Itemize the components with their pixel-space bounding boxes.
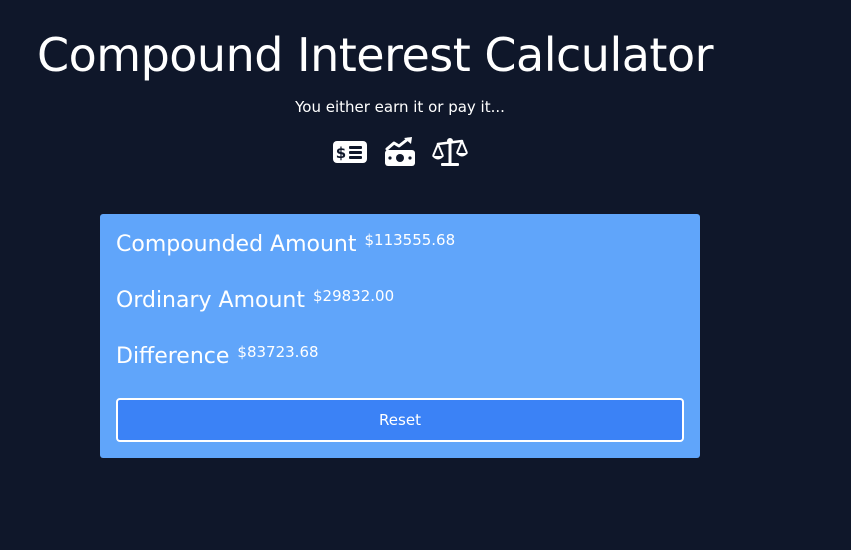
reset-button[interactable]: Reset [116,398,684,442]
page-subtitle: You either earn it or pay it... [295,98,505,116]
difference-row: Difference $83723.68 [116,343,319,369]
svg-text:$: $ [336,144,346,162]
scale-balanced-icon [432,138,468,166]
compounded-amount-row: Compounded Amount $113555.68 [116,231,456,257]
icon-row: $ [332,136,472,168]
ordinary-amount-row: Ordinary Amount $29832.00 [116,287,395,313]
difference-value: $83723.68 [237,343,319,361]
compounded-amount-label: Compounded Amount [116,232,357,257]
page: Compound Interest Calculator You either … [0,0,851,550]
ordinary-amount-label: Ordinary Amount [116,288,305,313]
results-card: Compounded Amount $113555.68 Ordinary Am… [100,214,700,458]
difference-label: Difference [116,344,230,369]
money-check-dollar-icon: $ [333,141,367,163]
money-bill-trend-up-icon [385,137,415,166]
page-title: Compound Interest Calculator [37,28,714,82]
ordinary-amount-value: $29832.00 [313,287,395,305]
compounded-amount-value: $113555.68 [364,231,456,249]
